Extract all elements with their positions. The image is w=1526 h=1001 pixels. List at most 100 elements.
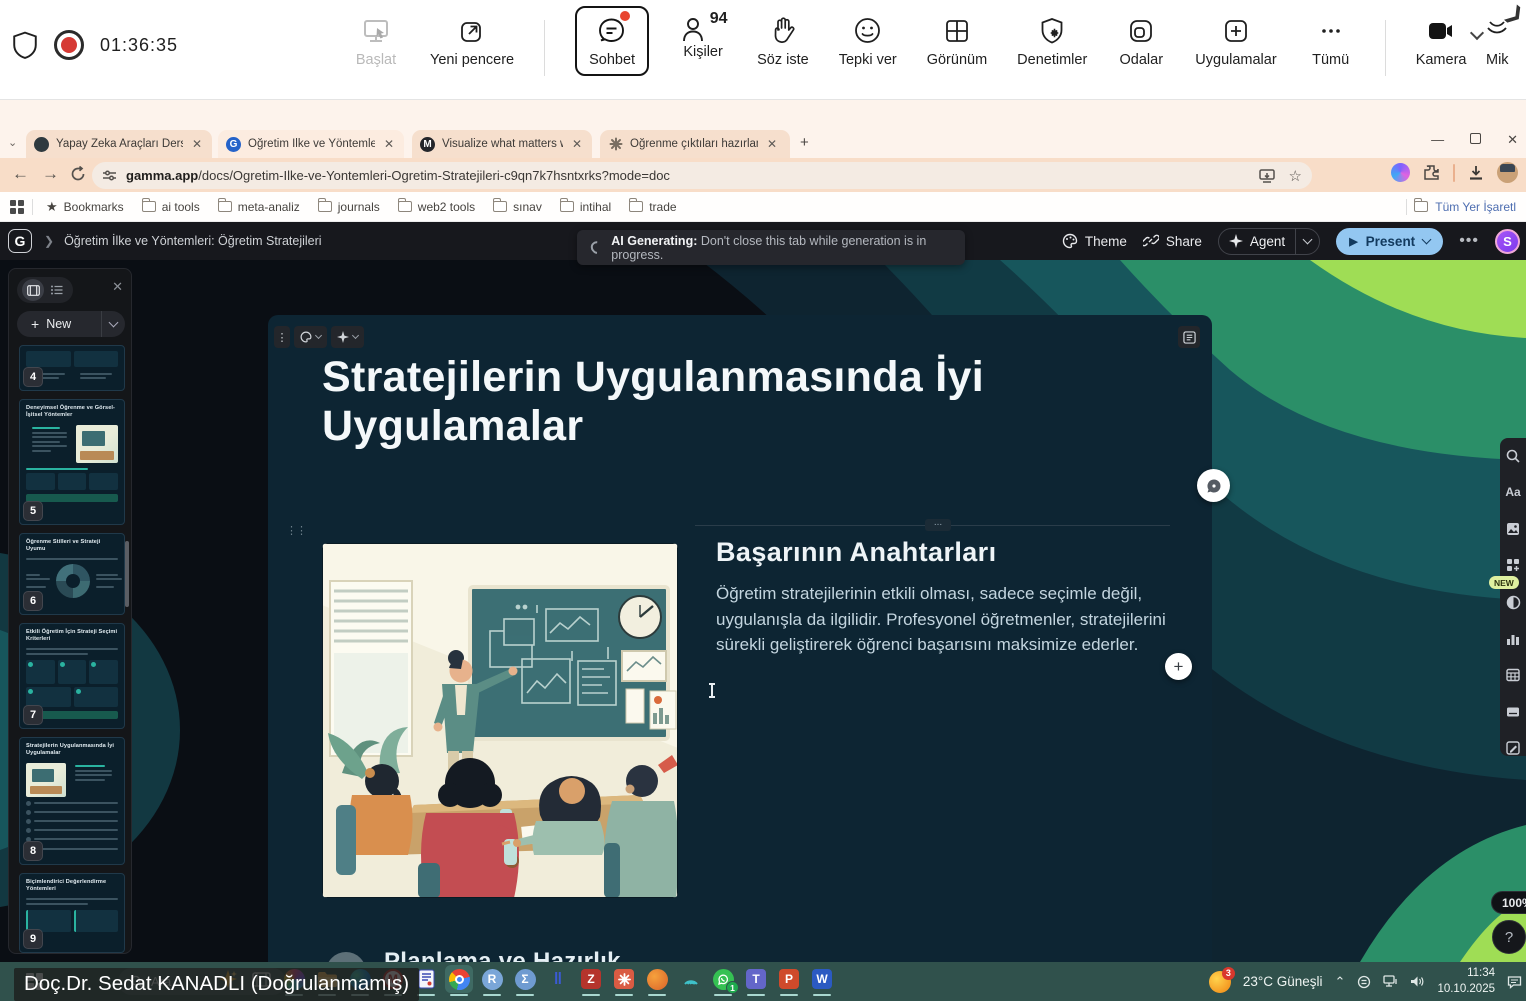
breakout-rooms-button[interactable]: Odalar — [1117, 14, 1165, 68]
network-icon[interactable] — [1383, 975, 1398, 988]
blocks-icon[interactable] — [1505, 558, 1521, 574]
install-app-icon[interactable] — [1259, 169, 1275, 183]
contrast-icon[interactable] — [1505, 594, 1521, 610]
downloads-icon[interactable] — [1468, 165, 1484, 181]
add-block-button[interactable]: + — [1165, 653, 1192, 680]
card-ai-button[interactable] — [331, 326, 364, 348]
minimize-window-icon[interactable]: — — [1431, 132, 1444, 148]
user-avatar[interactable]: S — [1495, 229, 1520, 254]
camera-button[interactable]: Kamera — [1416, 14, 1467, 68]
breadcrumb[interactable]: Öğretim İlke ve Yöntemleri: Öğretim Stra… — [64, 234, 322, 248]
chart-icon[interactable] — [1505, 631, 1521, 647]
more-options-icon[interactable]: ••• — [1459, 232, 1479, 250]
browser-tab-4[interactable]: Öğrenme çıktıları hazırlama ✕ — [600, 130, 790, 158]
browser-profile-avatar[interactable] — [1497, 162, 1518, 183]
security-shield-icon[interactable] — [12, 31, 38, 59]
card-menu-button[interactable]: ⋮ — [274, 326, 290, 348]
card-layout-button[interactable] — [1178, 326, 1200, 348]
theme-button[interactable]: Theme — [1062, 233, 1127, 249]
list-view-icon[interactable] — [46, 279, 68, 301]
slide-thumbnail-4[interactable]: 4 — [19, 345, 125, 391]
section-heading-planlama[interactable]: Planlama ve Hazırlık — [384, 948, 621, 962]
slide-thumbnail-8-current[interactable]: Stratejilerin Uygulanmasında İyi Uygulam… — [19, 737, 125, 865]
new-slide-button[interactable]: + New — [17, 311, 125, 337]
card-template-icon[interactable] — [1505, 704, 1521, 720]
spss-icon[interactable]: Σ — [513, 967, 537, 991]
divider-handle[interactable]: ... — [925, 519, 951, 531]
block-drag-handle-icon[interactable]: ⋮⋮ — [286, 527, 298, 545]
notifications-icon[interactable] — [1507, 975, 1522, 989]
text-style-icon[interactable]: Aa — [1505, 485, 1521, 501]
sidebar-scrollbar[interactable] — [125, 541, 129, 607]
taskbar-clock[interactable]: 11:34 10.10.2025 — [1437, 966, 1495, 997]
new-tab-button[interactable]: + — [800, 134, 809, 151]
gamma-logo[interactable]: G — [8, 229, 32, 253]
audio-app-icon[interactable] — [645, 967, 669, 991]
section-heading-basarinin-anahtarlari[interactable]: Başarının Anahtarları — [716, 537, 996, 568]
tab-close-icon[interactable]: ✕ — [570, 137, 584, 151]
share-button[interactable]: Share — [1143, 233, 1202, 249]
agent-dropdown-chevron-icon[interactable] — [1295, 229, 1319, 254]
section-body-text[interactable]: Öğretim stratejilerinin etkili olması, s… — [716, 581, 1168, 658]
powerpoint-icon[interactable]: P — [777, 967, 801, 991]
share-screen-button[interactable]: Başlat — [352, 14, 400, 68]
more-button[interactable]: Tümü — [1307, 14, 1355, 68]
bookmark-folder[interactable]: sınav — [488, 198, 547, 216]
filmstrip-view-icon[interactable] — [22, 279, 44, 301]
new-slide-dropdown[interactable] — [101, 311, 125, 337]
forward-icon[interactable]: → — [42, 164, 59, 184]
raise-hand-button[interactable]: Söz iste — [757, 14, 809, 68]
ime-icon[interactable] — [1357, 975, 1371, 989]
weather-icon[interactable]: 3 — [1209, 971, 1231, 993]
recording-indicator-icon[interactable] — [54, 30, 84, 60]
new-window-button[interactable]: Yeni pencere — [430, 14, 514, 68]
bookmark-folder[interactable]: journals — [313, 198, 385, 216]
chat-button[interactable]: Sohbet — [575, 6, 649, 76]
slide-thumbnail-7[interactable]: Etkili Öğretim İçin Strateji Seçimi Krit… — [19, 623, 125, 729]
chrome-icon[interactable] — [447, 967, 471, 991]
whatsapp-icon[interactable]: 1 — [711, 967, 735, 991]
help-button[interactable]: ? — [1492, 920, 1526, 954]
reload-icon[interactable] — [70, 166, 86, 182]
bookmark-folder[interactable]: web2 tools — [393, 198, 480, 216]
bookmark-folder[interactable]: ai tools — [137, 198, 205, 216]
table-icon[interactable] — [1505, 667, 1521, 683]
view-button[interactable]: Görünüm — [927, 14, 987, 68]
image-icon[interactable] — [1505, 521, 1521, 537]
tab-search-chevron-icon[interactable]: ⌄ — [8, 136, 17, 149]
classroom-illustration[interactable] — [322, 543, 678, 898]
bookmark-folder[interactable]: trade — [624, 198, 681, 216]
bookmark-folder[interactable]: meta-analiz — [213, 198, 305, 216]
browser-tab-2-active[interactable]: G Öğretim İlke ve Yöntemleri: Öğ ✕ — [218, 130, 404, 158]
apps-grid-icon[interactable] — [10, 200, 24, 214]
rstudio-icon[interactable]: R — [480, 967, 504, 991]
host-controls-button[interactable]: Denetimler — [1017, 14, 1087, 68]
weather-text[interactable]: 23°C Güneşli — [1243, 974, 1323, 989]
extensions-puzzle-icon[interactable] — [1423, 164, 1440, 181]
camera-options-chevron-icon[interactable] — [1470, 26, 1484, 40]
apps-button[interactable]: Uygulamalar — [1195, 14, 1276, 68]
ai-extension-icon[interactable] — [1391, 163, 1410, 182]
browser-tab-1[interactable]: Yapay Zeka Araçları Derse Enteg ✕ — [26, 130, 212, 158]
teams-icon[interactable]: T — [744, 967, 768, 991]
back-icon[interactable]: ← — [12, 164, 29, 184]
slide-thumbnail-5[interactable]: Deneyimsel Öğrenme ve Görsel-İşitsel Yön… — [19, 399, 125, 525]
reactions-button[interactable]: Tepki ver — [839, 14, 897, 68]
agent-button[interactable]: Agent — [1218, 228, 1320, 255]
present-button[interactable]: ▶ Present — [1336, 228, 1443, 255]
slide-title[interactable]: Stratejilerin Uygulanmasında İyi Uygulam… — [322, 353, 1062, 451]
present-dropdown-chevron-icon[interactable] — [1422, 235, 1432, 245]
close-sidebar-icon[interactable]: ✕ — [112, 279, 123, 295]
jamovi-icon[interactable] — [612, 967, 636, 991]
address-bar[interactable]: gamma.app/docs/Ogretim-Ilke-ve-Yontemler… — [92, 162, 1312, 189]
slide-thumbnail-9[interactable]: Biçimlendirici Değerlendirme Yöntemleri … — [19, 873, 125, 953]
bookmark-item[interactable]: ★Bookmarks — [41, 197, 129, 217]
participants-button[interactable]: 94 Kişiler — [679, 14, 727, 60]
site-settings-icon[interactable] — [102, 168, 117, 183]
add-comment-button[interactable] — [1197, 469, 1230, 502]
wave-app-icon[interactable] — [678, 967, 702, 991]
tray-expand-chevron-icon[interactable]: ⌃ — [1335, 974, 1346, 990]
slide-thumbnail-6[interactable]: Öğrenme Stilleri ve Strateji Uyumu 6 — [19, 533, 125, 615]
close-window-icon[interactable]: ✕ — [1507, 132, 1518, 148]
restore-window-icon[interactable] — [1470, 133, 1481, 144]
